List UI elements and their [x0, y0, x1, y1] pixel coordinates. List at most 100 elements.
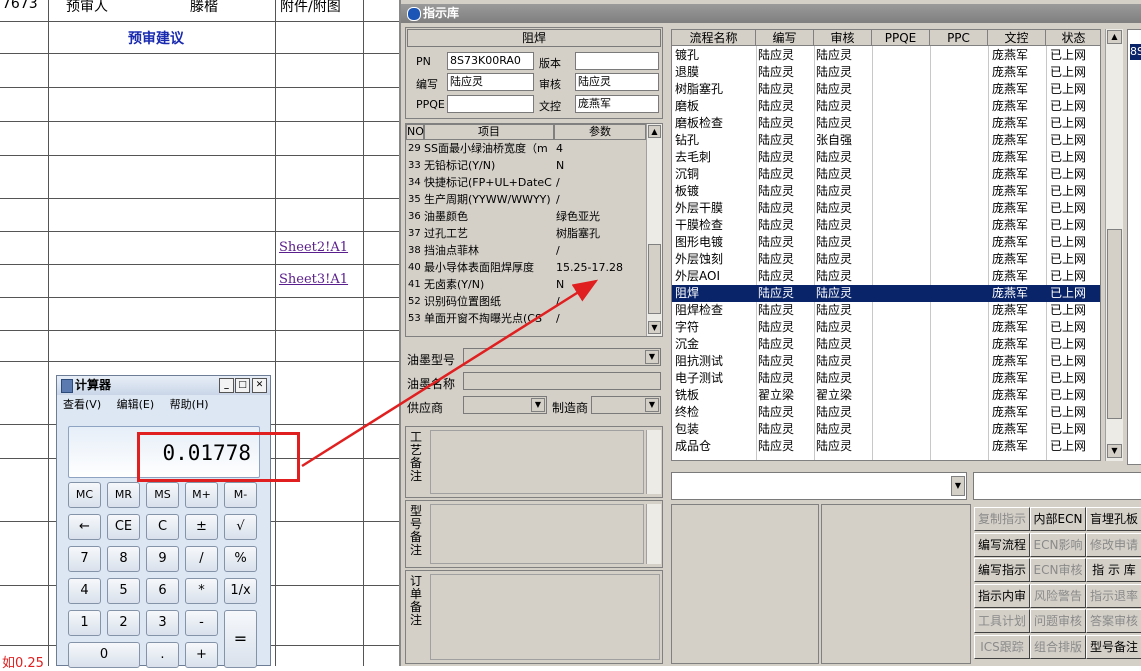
calc-key[interactable]: 1/x [224, 578, 257, 604]
calc-key[interactable]: 2 [107, 610, 140, 636]
pn-field[interactable]: 8S73K00RA0 [447, 52, 534, 70]
calc-key[interactable]: 3 [146, 610, 179, 636]
process-row[interactable]: 阻焊检查 陆应灵 陆应灵 庞燕军 已上网 [672, 302, 1100, 319]
calc-key[interactable]: MC [68, 482, 101, 508]
action-button[interactable]: 盲埋孔板 [1086, 507, 1141, 531]
param-row[interactable]: 53 单面开窗不掏曝光点(CS / [406, 310, 644, 327]
process-note-field[interactable] [430, 430, 644, 494]
reviewer-field[interactable]: 陆应灵 [575, 73, 659, 91]
scroll-down-arrow-icon[interactable]: ▼ [648, 321, 661, 334]
action-button[interactable]: 编写流程 [974, 532, 1030, 557]
calc-key[interactable]: M- [224, 482, 257, 508]
calc-key[interactable]: CE [107, 514, 140, 540]
calc-key[interactable]: 5 [107, 578, 140, 604]
scroll-thumb[interactable] [1107, 229, 1122, 419]
side-list-item[interactable]: 8S [1130, 44, 1141, 60]
param-row[interactable]: 33 无铅标记(Y/N) N [406, 157, 644, 174]
col-ppc[interactable]: PPC [930, 30, 988, 46]
version-field[interactable] [575, 52, 659, 70]
col-status[interactable]: 状态 [1046, 30, 1100, 46]
scroll-up-arrow-icon[interactable]: ▲ [1107, 30, 1122, 44]
process-row[interactable]: 去毛刺 陆应灵 陆应灵 庞燕军 已上网 [672, 149, 1100, 166]
action-button[interactable]: 风险警告 [1030, 583, 1086, 608]
calc-key[interactable]: * [185, 578, 218, 604]
ppqe-field[interactable] [447, 95, 534, 113]
window-titlebar[interactable]: 指示库 [401, 4, 1141, 23]
param-row[interactable]: 35 生产周期(YYWW/WWYY) / [406, 191, 644, 208]
process-row[interactable]: 磨板检查 陆应灵 陆应灵 庞燕军 已上网 [672, 115, 1100, 132]
param-row[interactable]: 38 挡油点菲林 / [406, 242, 644, 259]
process-row[interactable]: 阻抗测试 陆应灵 陆应灵 庞燕军 已上网 [672, 353, 1100, 370]
process-row[interactable]: 沉铜 陆应灵 陆应灵 庞燕军 已上网 [672, 166, 1100, 183]
process-row[interactable]: 包装 陆应灵 陆应灵 庞燕军 已上网 [672, 421, 1100, 438]
calc-key[interactable]: 0 [68, 642, 140, 668]
ink-name-field[interactable] [463, 372, 661, 390]
process-row[interactable]: 树脂塞孔 陆应灵 陆应灵 庞燕军 已上网 [672, 81, 1100, 98]
param-row[interactable]: 34 快捷标记(FP+UL+DateCo / [406, 174, 644, 191]
scroll-thumb[interactable] [648, 244, 661, 314]
calc-key[interactable]: MR [107, 482, 140, 508]
calc-key[interactable]: % [224, 546, 257, 572]
param-row[interactable]: 29 SS面最小绿油桥宽度（m 4 [406, 140, 644, 157]
process-row[interactable]: 字符 陆应灵 陆应灵 庞燕军 已上网 [672, 319, 1100, 336]
process-row[interactable]: 外层AOI 陆应灵 陆应灵 庞燕军 已上网 [672, 268, 1100, 285]
calc-key[interactable]: 9 [146, 546, 179, 572]
scroll-down-arrow-icon[interactable]: ▼ [1107, 444, 1122, 458]
process-row[interactable]: 外层蚀刻 陆应灵 陆应灵 庞燕军 已上网 [672, 251, 1100, 268]
calc-key[interactable]: √ [224, 514, 257, 540]
action-button[interactable]: 问题审核 [1030, 609, 1086, 633]
process-row[interactable]: 成品仓 陆应灵 陆应灵 庞燕军 已上网 [672, 438, 1100, 455]
process-row[interactable]: 图形电镀 陆应灵 陆应灵 庞燕军 已上网 [672, 234, 1100, 251]
process-row[interactable]: 沉金 陆应灵 陆应灵 庞燕军 已上网 [672, 336, 1100, 353]
calc-key[interactable]: MS [146, 482, 179, 508]
param-row[interactable]: 37 过孔工艺 树脂塞孔 [406, 225, 644, 242]
action-button[interactable]: 工具计划 [974, 609, 1030, 633]
calc-key[interactable]: 1 [68, 610, 101, 636]
action-button[interactable]: 指示内审 [974, 583, 1030, 608]
process-row[interactable]: 铣板 翟立梁 翟立梁 庞燕军 已上网 [672, 387, 1100, 404]
action-button[interactable]: 型号备注 [1086, 634, 1141, 659]
calc-key[interactable]: + [185, 642, 218, 668]
calc-key[interactable]: / [185, 546, 218, 572]
calc-key[interactable]: . [146, 642, 179, 668]
calc-key[interactable]: 7 [68, 546, 101, 572]
doc-control-field[interactable]: 庞燕军 [575, 95, 659, 113]
calc-key[interactable]: M+ [185, 482, 218, 508]
action-button[interactable]: ICS跟踪 [974, 634, 1030, 659]
param-row[interactable]: 41 无卤素(Y/N) N [406, 276, 644, 293]
scroll-up-arrow-icon[interactable]: ▲ [648, 125, 661, 138]
calc-key[interactable]: ± [185, 514, 218, 540]
calc-key[interactable]: - [185, 610, 218, 636]
param-row[interactable]: 40 最小导体表面阻焊厚度 15.25-17.28 [406, 259, 644, 276]
action-button[interactable]: ECN审核 [1030, 558, 1086, 582]
process-row[interactable]: 退膜 陆应灵 陆应灵 庞燕军 已上网 [672, 64, 1100, 81]
param-row[interactable]: 36 油墨颜色 绿色亚光 [406, 208, 644, 225]
ink-model-select[interactable] [463, 348, 661, 366]
sheet2-link[interactable]: Sheet2!A1 [279, 240, 348, 255]
calc-key[interactable]: 8 [107, 546, 140, 572]
process-row[interactable]: 镀孔 陆应灵 陆应灵 庞燕军 已上网 [672, 47, 1100, 64]
calc-key[interactable]: ← [68, 514, 101, 540]
chevron-down-icon[interactable]: ▼ [645, 398, 659, 412]
chevron-down-icon[interactable]: ▼ [951, 476, 965, 496]
calc-key[interactable]: 4 [68, 578, 101, 604]
col-doc-control[interactable]: 文控 [988, 30, 1046, 46]
param-row[interactable]: 52 识别码位置图纸 / [406, 293, 644, 310]
chevron-down-icon[interactable]: ▼ [645, 350, 659, 364]
calc-key[interactable]: 6 [146, 578, 179, 604]
order-note-field[interactable] [430, 574, 660, 660]
side-list[interactable]: 8S [1127, 29, 1141, 465]
process-row[interactable]: 阻焊 陆应灵 陆应灵 庞燕军 已上网 [672, 285, 1100, 302]
process-row[interactable]: 磨板 陆应灵 陆应灵 庞燕军 已上网 [672, 98, 1100, 115]
calc-key[interactable]: C [146, 514, 179, 540]
author-field[interactable]: 陆应灵 [447, 73, 534, 91]
note-scrollbar[interactable] [646, 504, 661, 564]
action-button[interactable]: ECN影响 [1030, 532, 1086, 557]
action-button[interactable]: 修改申请 [1086, 532, 1141, 557]
action-button[interactable]: 指示退率 [1086, 583, 1141, 608]
note-scrollbar[interactable] [646, 430, 661, 494]
action-button[interactable]: 复制指示 [974, 507, 1030, 531]
action-button[interactable]: 答案审核 [1086, 609, 1141, 633]
action-button[interactable]: 内部ECN [1030, 507, 1086, 531]
process-row[interactable]: 外层干膜 陆应灵 陆应灵 庞燕军 已上网 [672, 200, 1100, 217]
